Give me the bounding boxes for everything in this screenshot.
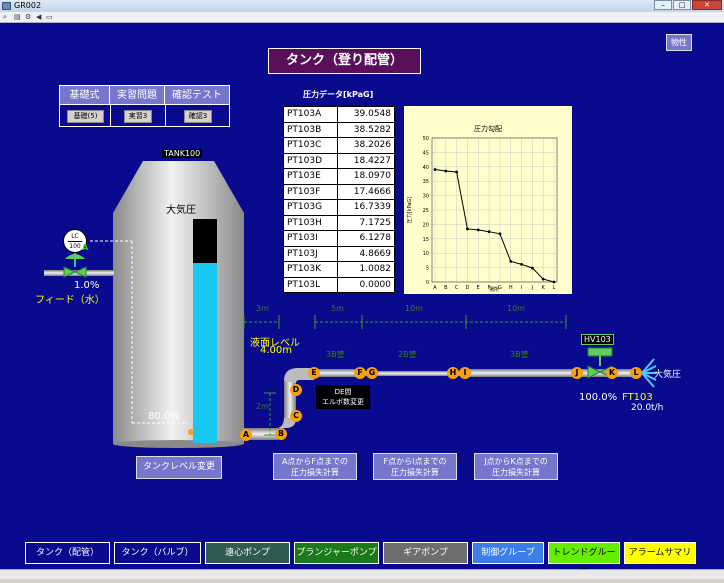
feed-valve-actuator [65,254,85,259]
window-titlebar: GR002 – □ ✕ [0,0,724,12]
tank-level-change-button[interactable]: タンクレベル変更 [136,456,222,479]
flow-value: 20.0t/h [631,403,664,413]
level-sensor-dot [188,429,194,435]
liquid-level-value: 4.00m [260,345,293,356]
tank-body [113,213,244,444]
valve-tag: HV103 [581,334,614,345]
close-button[interactable]: ✕ [692,0,722,10]
node-d: D [290,384,302,396]
tank-level-percent: 80.0% [148,411,180,422]
window-controls: – □ ✕ [654,0,722,11]
node-k: K [606,367,618,379]
lc-bubble-line2: 100 [68,241,82,250]
outlet-label: 大気圧 [654,370,682,380]
calc-a-to-f-button[interactable]: A点からF点までの 圧力損失計算 [273,453,357,480]
calc-a-to-f-line1: A点からF点までの [281,457,349,466]
tank-bottom [113,440,243,448]
nav-tank-piping[interactable]: タンク（配管） [25,542,110,564]
nav-gear-pump[interactable]: ギアポンプ [383,542,468,564]
minimize-button[interactable]: – [654,0,672,10]
nav-plunger-pump[interactable]: プランジャーポンプ [294,542,379,564]
nav-control-group[interactable]: 制御グループ [472,542,544,564]
zoom-icon[interactable]: ⌕ [3,13,12,21]
flow-tag: FT103 [622,392,653,403]
node-l: L [630,367,642,379]
nav-alarm-summary[interactable]: アラームサマリ [624,542,696,564]
node-h: H [447,367,459,379]
maximize-button[interactable]: □ [673,0,691,10]
display-icon[interactable]: ▭ [46,13,55,21]
de-note-line2: エルボ数変更 [322,398,364,406]
back-icon[interactable]: ◀ [36,13,45,21]
node-i: I [459,367,471,379]
distance-3m: 3m [256,304,269,313]
status-bar [0,569,724,579]
tank-label: 大気圧 [166,205,196,216]
node-j: J [571,367,583,379]
calc-j-to-k-button[interactable]: J点からK点までの 圧力損失計算 [474,453,558,480]
height-2m: 2m [256,402,269,411]
calc-a-to-f-line2: 圧力損失計算 [291,468,339,477]
node-f: F [354,367,366,379]
feed-label: フィード（水） [35,295,105,306]
level-gauge-empty [193,219,217,263]
settings-icon[interactable]: ⚙ [25,13,34,21]
distance-10m-b: 10m [507,304,525,313]
node-b: B [275,428,287,440]
distance-10m-a: 10m [405,304,423,313]
calc-f-to-i-line2: 圧力損失計算 [391,468,439,477]
nav-centrifugal-pump[interactable]: 遠心ポンプ [205,542,290,564]
level-gauge-fill [193,263,217,443]
lc-bubble-line1: LC [71,233,79,240]
node-c: C [290,410,302,422]
pipe-label-2b: 2B管 [398,350,417,359]
app-icon [2,2,11,10]
feed-valve-label: A [82,243,89,252]
window-title: GR002 [14,1,42,10]
pipe-label-3b-2: 3B管 [510,350,529,359]
calc-f-to-i-line1: F点からI点までの [383,457,447,466]
node-e: E [308,367,320,379]
main-panel: タンク（登り配管） 物性 基礎式 実習問題 確認テスト 基礎(5) 実習3 確認… [0,23,724,578]
de-note: DE間 エルボ数変更 [316,385,370,409]
toolbar: ⌕ ▤ ⚙ ◀ ▭ [0,12,724,23]
calc-j-to-k-line1: J点からK点までの [484,457,548,466]
nav-tank-valve[interactable]: タンク（バルブ） [114,542,201,564]
node-g: G [366,367,378,379]
node-a: A [240,429,252,441]
pipe-label-3b-1: 3B管 [326,350,345,359]
hv-valve-actuator [587,347,613,357]
valve-opening: 100.0% [579,392,618,403]
nav-trend-group[interactable]: トレンドグループ [548,542,620,578]
lc-output: 1.0% [74,280,100,291]
distance-5m: 5m [331,304,344,313]
calc-j-to-k-line2: 圧力損失計算 [492,468,540,477]
calc-f-to-i-button[interactable]: F点からI点までの 圧力損失計算 [373,453,457,480]
tank-drawing [44,161,657,448]
print-icon[interactable]: ▤ [14,13,23,21]
de-note-line1: DE間 [334,388,352,396]
